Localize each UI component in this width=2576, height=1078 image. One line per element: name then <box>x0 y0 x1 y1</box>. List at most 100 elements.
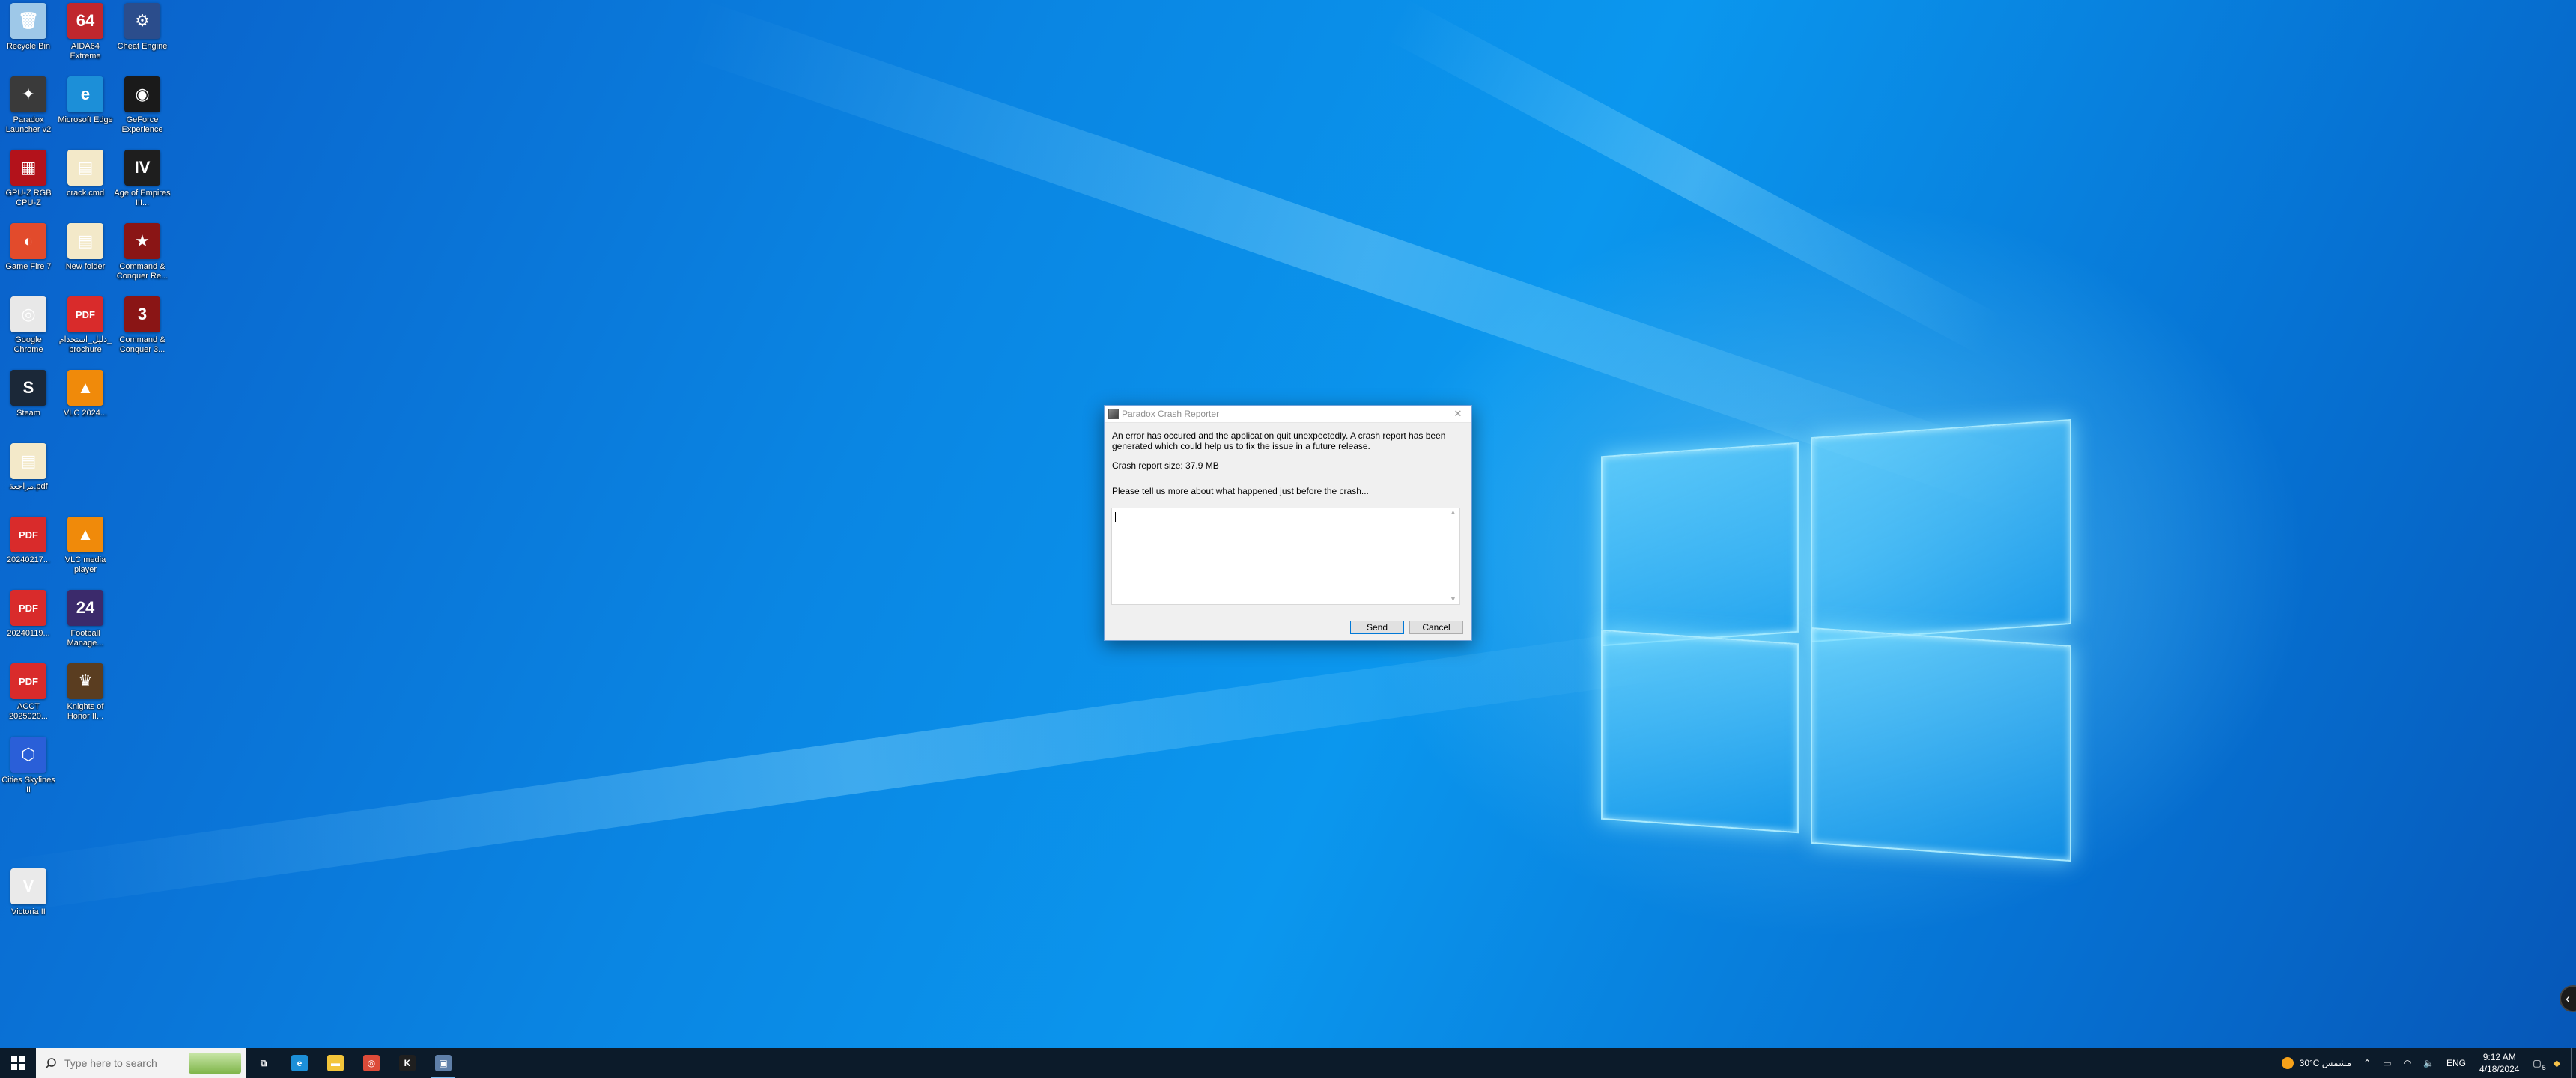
taskbar: ⧉ e ▬ ◎ K ▣ 30°C مشمس ⌃ ▭ ◠ 🔈 ENG 9:12 AM 4/1… <box>0 1048 2576 1078</box>
desktop-icon[interactable]: ▦ GPU-Z RGB CPU-Z <box>0 147 57 219</box>
app-icon <box>1108 409 1119 419</box>
desktop-icon-image: ◐ <box>10 223 46 259</box>
taskbar-app-edge[interactable]: e <box>282 1048 318 1078</box>
desktop-icon[interactable]: ⚙ Cheat Engine <box>114 0 171 72</box>
language-indicator[interactable]: ENG <box>2446 1058 2466 1068</box>
show-hidden-icons-chevron-icon[interactable]: ⌃ <box>2363 1058 2371 1068</box>
system-tray: 30°C مشمس ⌃ ▭ ◠ 🔈 ENG 9:12 AM 4/18/2024 … <box>2276 1048 2576 1078</box>
desktop-icon[interactable]: PDF دلیل_استخدام_brochure <box>57 293 114 365</box>
desktop-icon[interactable]: e Microsoft Edge <box>57 73 114 145</box>
edge-icon: e <box>291 1055 308 1071</box>
taskbar-apps: ⧉ e ▬ ◎ K ▣ <box>246 1048 461 1078</box>
desktop-icon-image: ✦ <box>10 76 46 112</box>
desktop-icon[interactable]: V Victoria II <box>0 865 57 937</box>
desktop-icon-image: ⚙ <box>124 3 160 39</box>
notification-count-badge: 5 <box>2542 1064 2546 1071</box>
desktop-icon-image: V <box>10 868 46 904</box>
desktop-icon-label: GeForce Experience <box>121 115 163 134</box>
desktop-icon-image: ▲ <box>67 517 103 552</box>
notification-center-icon[interactable]: ▢ 5 <box>2533 1058 2545 1071</box>
clock-time: 9:12 AM <box>2482 1052 2516 1062</box>
desktop-icon-image: PDF <box>10 590 46 626</box>
taskbar-app-crash-reporter[interactable]: ▣ <box>425 1048 461 1078</box>
desktop[interactable]: 🗑 Recycle Bin 64 AIDA64 Extreme ⚙ Cheat Engin… <box>0 0 2576 1048</box>
taskbar-app-file-explorer[interactable]: ▬ <box>318 1048 353 1078</box>
cancel-button[interactable]: Cancel <box>1409 621 1463 634</box>
desktop-icon-image: S <box>10 370 46 406</box>
taskbar-app-task-view[interactable]: ⧉ <box>246 1048 282 1078</box>
minimize-button[interactable]: — <box>1418 406 1445 422</box>
wifi-icon[interactable]: ◠ <box>2404 1058 2411 1068</box>
desktop-icon[interactable]: ◐ Game Fire 7 <box>0 220 57 292</box>
desktop-icon[interactable]: S Steam <box>0 367 57 439</box>
desktop-icon-image: ◎ <box>10 296 46 332</box>
clock-date: 4/18/2024 <box>2479 1064 2520 1074</box>
desktop-icon[interactable]: ◉ GeForce Experience <box>114 73 171 145</box>
desktop-icon[interactable]: PDF ACCT 2025020... <box>0 660 57 732</box>
network-icon[interactable]: ▭ <box>2383 1058 2391 1068</box>
desktop-icon[interactable]: ★ Command & Conquer Re... <box>114 220 171 292</box>
desktop-icon[interactable]: ▤ مراجعة.pdf <box>0 440 57 512</box>
taskbar-app-chrome[interactable]: ◎ <box>353 1048 389 1078</box>
close-button[interactable]: ✕ <box>1445 406 1471 422</box>
desktop-icon-image: ▲ <box>67 370 103 406</box>
volume-icon[interactable]: 🔈 <box>2423 1058 2434 1068</box>
error-message: An error has occured and the application… <box>1112 430 1446 451</box>
desktop-icon-image: e <box>67 76 103 112</box>
scroll-down-icon[interactable]: ▼ <box>1450 595 1456 603</box>
textarea-scrollbar[interactable]: ▲ ▼ <box>1447 508 1459 603</box>
desktop-icon-label: Microsoft Edge <box>58 115 113 124</box>
desktop-icon-label: Victoria II <box>11 907 46 916</box>
crash-report-size: Crash report size: 37.9 MB <box>1112 460 1219 471</box>
desktop-icon-label: Knights of Honor II... <box>67 702 104 721</box>
desktop-icon-label: Age of Empires III... <box>114 189 171 207</box>
desktop-icon-label: VLC media player <box>64 555 106 574</box>
desktop-icon[interactable]: PDF 20240217... <box>0 514 57 585</box>
desktop-icon[interactable]: ♛ Knights of Honor II... <box>57 660 114 732</box>
dialog-titlebar[interactable]: Paradox Crash Reporter — ✕ <box>1105 406 1471 423</box>
desktop-icon[interactable]: 64 AIDA64 Extreme <box>57 0 114 72</box>
desktop-icon[interactable]: 🗑 Recycle Bin <box>0 0 57 72</box>
desktop-icon-image: ▤ <box>67 150 103 186</box>
side-panel-chevron-icon[interactable]: ‹ <box>2560 985 2576 1012</box>
desktop-icon[interactable]: ▤ New folder <box>57 220 114 292</box>
desktop-icon-label: Cheat Engine <box>117 42 168 51</box>
desktop-icon[interactable]: ◎ Google Chrome <box>0 293 57 365</box>
desktop-icon-image: IV <box>124 150 160 186</box>
desktop-icon-label: مراجعة.pdf <box>9 482 48 491</box>
desktop-icon[interactable]: ▲ VLC media player <box>57 514 114 585</box>
weather-widget[interactable]: 30°C مشمس <box>2281 1057 2351 1069</box>
desktop-icon[interactable]: ▲ VLC 2024... <box>57 367 114 439</box>
desktop-icon[interactable]: ▤ crack.cmd <box>57 147 114 219</box>
start-button[interactable] <box>0 1048 36 1078</box>
taskbar-search[interactable] <box>36 1048 246 1078</box>
desktop-icon-label: Command & Conquer Re... <box>116 262 168 281</box>
desktop-icon[interactable]: ✦ Paradox Launcher v2 <box>0 73 57 145</box>
scroll-up-icon[interactable]: ▲ <box>1450 508 1456 516</box>
desktop-icon-label: Game Fire 7 <box>5 262 52 271</box>
desktop-icon[interactable]: 24 Football Manage... <box>57 587 114 659</box>
desktop-icon-image: 🗑 <box>10 3 46 39</box>
show-desktop-button[interactable] <box>2571 1048 2576 1078</box>
send-button[interactable]: Send <box>1350 621 1404 634</box>
desktop-icon-label: crack.cmd <box>66 189 105 198</box>
desktop-icon-label: 20240217... <box>6 555 51 564</box>
desktop-icon[interactable]: PDF 20240119... <box>0 587 57 659</box>
desktop-icon-image: PDF <box>67 296 103 332</box>
description-textarea[interactable] <box>1112 508 1448 604</box>
desktop-icon-label: Football Manage... <box>67 629 104 648</box>
desktop-icon[interactable]: ⬡ Cities Skylines II <box>0 734 57 806</box>
news-widget-icon[interactable]: ◆ <box>2554 1058 2560 1068</box>
desktop-icon[interactable]: 3 Command & Conquer 3... <box>114 293 171 365</box>
desktop-icon-label: Google Chrome <box>13 335 43 354</box>
search-input[interactable] <box>63 1056 193 1070</box>
file-explorer-icon: ▬ <box>327 1055 344 1071</box>
description-prompt: Please tell us more about what happened … <box>1112 486 1369 496</box>
desktop-icon-label: New folder <box>65 262 106 271</box>
desktop-icon-label: Paradox Launcher v2 <box>5 115 52 134</box>
clock[interactable]: 9:12 AM 4/18/2024 <box>2479 1051 2519 1075</box>
desktop-icon[interactable]: IV Age of Empires III... <box>114 147 171 219</box>
desktop-icon-image: ◉ <box>124 76 160 112</box>
taskbar-app-kaspersky[interactable]: K <box>389 1048 425 1078</box>
desktop-icon-label: Recycle Bin <box>6 42 51 51</box>
